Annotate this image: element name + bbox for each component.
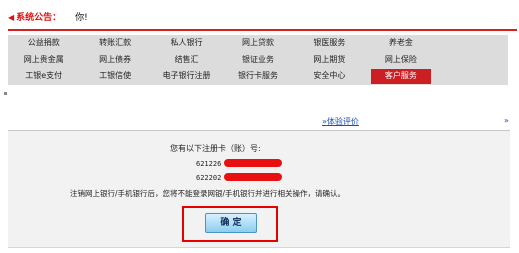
nav-item-charity[interactable]: 公益捐款	[8, 35, 79, 52]
nav-item-insurance[interactable]: 网上保险	[365, 52, 436, 69]
speaker-icon: ◀	[8, 13, 15, 22]
panel-top-bar	[8, 116, 510, 131]
nav-item-forex[interactable]: 结售汇	[151, 52, 222, 69]
card-list-heading: 您有以下注册卡（账）号:	[170, 144, 261, 153]
card-number-row: 622202	[196, 174, 221, 182]
feedback-link-label: 体验评价	[326, 117, 359, 126]
nav-item-pension[interactable]: 养老金	[365, 35, 436, 52]
left-marker	[4, 92, 7, 95]
nav-item-securities[interactable]: 银证业务	[222, 52, 293, 69]
card-number-prefix: 622202	[196, 174, 222, 182]
nav-item-private-banking[interactable]: 私人银行	[151, 35, 222, 52]
nav-item-messenger[interactable]: 工银信使	[79, 68, 150, 85]
header-divider	[8, 29, 517, 31]
notice-message: 你!	[75, 13, 88, 23]
redaction-mark	[224, 159, 282, 167]
notice-label: 系统公告：	[16, 13, 62, 23]
nav-item-precious-metal[interactable]: 网上贵金属	[8, 52, 79, 69]
feedback-tail-arrow: »	[504, 116, 509, 125]
nav-item-transfer[interactable]: 转账汇款	[79, 35, 150, 52]
nav-item-card-service[interactable]: 银行卡服务	[222, 68, 293, 85]
nav-item-ebank-register[interactable]: 电子银行注册	[151, 68, 222, 85]
feedback-link[interactable]: »体验评价	[322, 116, 359, 127]
redaction-mark	[224, 173, 282, 181]
nav-item-security-center[interactable]: 安全中心	[294, 68, 365, 85]
confirm-button[interactable]: 确 定	[205, 213, 257, 233]
main-nav: 公益捐款 转账汇款 私人银行 网上贷款 银医服务 养老金 网上贵金属 网上债券 …	[8, 35, 508, 85]
system-notice: ◀ 系统公告： 你!	[8, 10, 88, 26]
nav-item-e-pay[interactable]: 工银e支付	[8, 68, 79, 85]
nav-item-futures[interactable]: 网上期货	[294, 52, 365, 69]
nav-item-medical[interactable]: 银医服务	[294, 35, 365, 52]
nav-item-customer-service[interactable]: 客户服务	[371, 69, 431, 84]
nav-item-online-loan[interactable]: 网上贷款	[222, 35, 293, 52]
card-number-row: 621226	[196, 160, 221, 168]
card-number-prefix: 621226	[196, 160, 222, 168]
cancel-warning-text: 注销网上银行/手机银行后，您将不能登录网银/手机银行并进行相关操作，请确认。	[70, 189, 346, 198]
nav-item-bonds[interactable]: 网上债券	[79, 52, 150, 69]
